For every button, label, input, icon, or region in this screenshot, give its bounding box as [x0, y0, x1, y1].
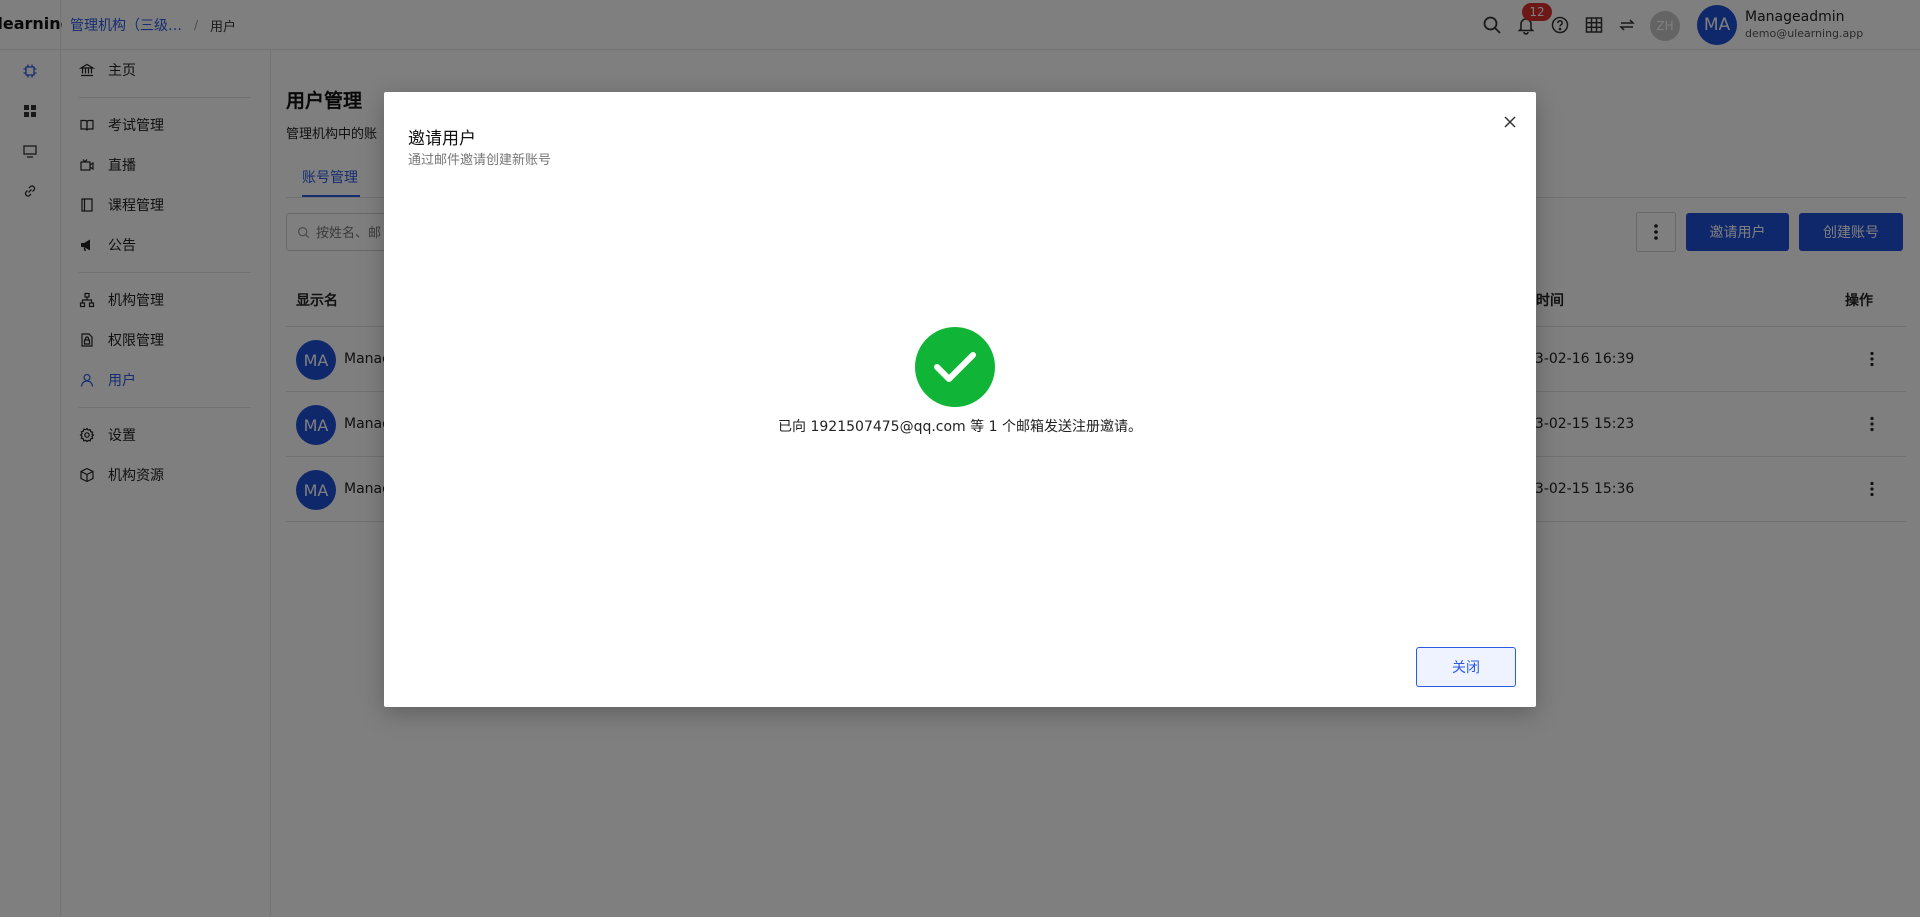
close-icon[interactable]	[1498, 110, 1522, 134]
success-message: 已向 1921507475@qq.com 等 1 个邮箱发送注册邀请。	[778, 419, 1142, 435]
close-button[interactable]: 关闭	[1416, 647, 1516, 687]
dialog-title: 邀请用户	[408, 129, 476, 149]
dialog-subtitle: 通过邮件邀请创建新账号	[408, 153, 552, 168]
invite-user-dialog: 邀请用户 通过邮件邀请创建新账号 已向 1921507475@qq.com 等 …	[384, 92, 1536, 707]
success-check-icon	[915, 327, 995, 407]
